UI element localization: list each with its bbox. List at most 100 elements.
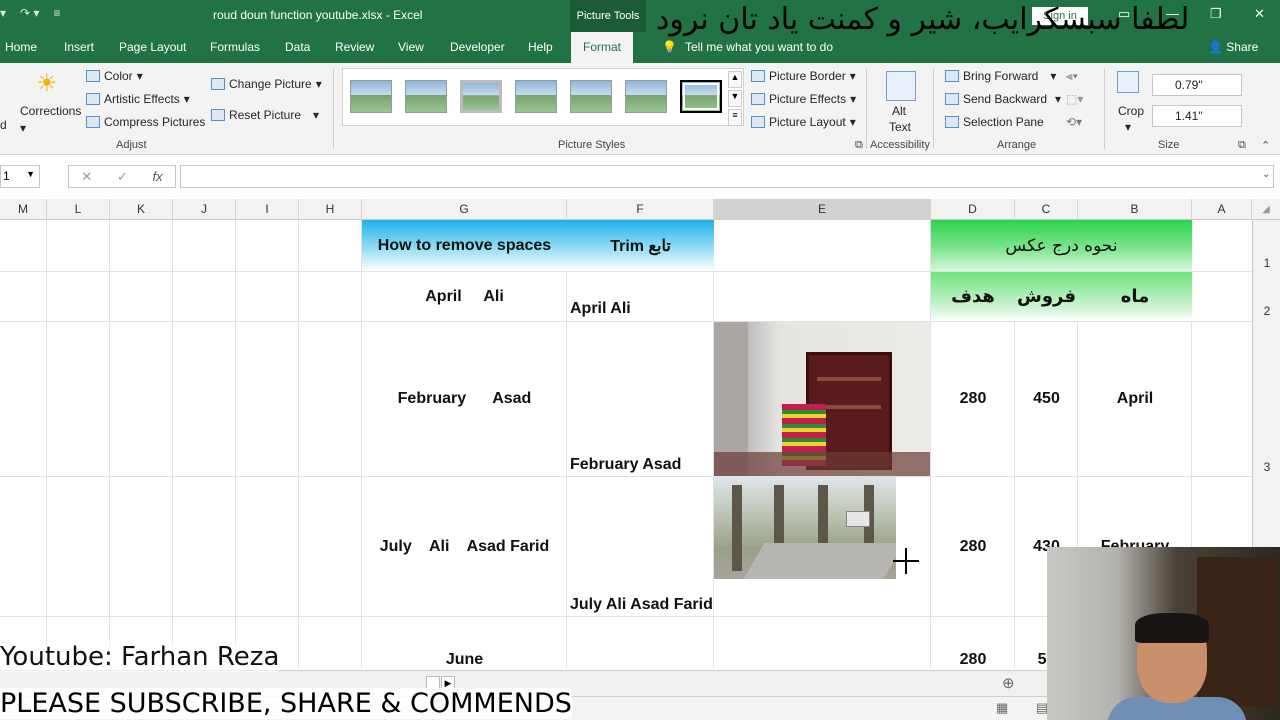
artistic-effects-button[interactable]: Artistic Effects ▾ [86, 92, 190, 106]
align-icon[interactable]: ⫷▾ [1066, 69, 1078, 84]
alt-text-label-2[interactable]: Text [889, 120, 911, 134]
redo-icon[interactable]: ↷ ▾ [20, 6, 39, 20]
cell-g1[interactable]: How to remove spaces [362, 222, 567, 270]
cell-g3[interactable]: February Asad [362, 322, 567, 476]
name-box[interactable]: 1 ▼ [0, 165, 40, 188]
cell-g4[interactable]: July Ali Asad Farid [362, 477, 567, 617]
corrections-dropdown-icon[interactable]: ▾ [20, 121, 26, 135]
share-button[interactable]: 👤 Share [1208, 32, 1258, 63]
cell-d4[interactable]: 280 [931, 477, 1015, 617]
gallery-more-icon[interactable]: ≡ [728, 109, 742, 126]
inserted-picture-park[interactable] [714, 477, 896, 579]
change-picture-button[interactable]: Change Picture ▾ [211, 77, 322, 91]
send-backward-button[interactable]: Send Backward ▾ [945, 92, 1061, 106]
picture-style-thumbnail[interactable] [515, 80, 557, 113]
column-header-f[interactable]: F [567, 199, 714, 220]
close-icon[interactable]: ✕ [1254, 6, 1265, 22]
picture-border-button[interactable]: Picture Border ▾ [751, 69, 856, 83]
picture-effects-button[interactable]: Picture Effects ▾ [751, 92, 856, 106]
corrections-button[interactable]: Corrections [20, 104, 81, 118]
color-button[interactable]: Color ▾ [86, 69, 143, 83]
tab-page-layout[interactable]: Page Layout [119, 32, 186, 63]
corrections-icon[interactable]: ☀ [36, 69, 58, 98]
cell-c2[interactable]: فروش [1015, 272, 1078, 321]
expand-formula-bar-icon[interactable]: ⌄ [1262, 169, 1270, 180]
cell-g2[interactable]: April Ali [362, 272, 567, 321]
normal-view-icon[interactable]: ▦ [996, 700, 1008, 716]
cell-d3[interactable]: 280 [931, 322, 1015, 476]
column-header-l[interactable]: L [47, 199, 110, 220]
tab-help[interactable]: Help [528, 32, 553, 63]
tab-review[interactable]: Review [335, 32, 374, 63]
cell-b3[interactable]: April [1078, 322, 1192, 476]
cell-c3[interactable]: 450 [1015, 322, 1078, 476]
cell-d5[interactable]: 280 [931, 650, 1015, 670]
column-header-d[interactable]: D [931, 199, 1015, 220]
tab-home[interactable]: Home [5, 32, 37, 63]
alt-text-label-1[interactable]: Alt [892, 104, 906, 118]
tab-insert[interactable]: Insert [64, 32, 94, 63]
inserted-picture-room[interactable] [714, 322, 930, 476]
gallery-scroll-up-icon[interactable]: ▲ [728, 71, 742, 88]
shape-width-input[interactable]: 1.41" [1152, 105, 1242, 127]
cell-f4[interactable]: July Ali Asad Farid [570, 596, 713, 614]
column-header-c[interactable]: C [1015, 199, 1078, 220]
picture-layout-button[interactable]: Picture Layout ▾ [751, 115, 856, 129]
rotate-icon[interactable]: ⟲▾ [1066, 115, 1082, 129]
picture-style-thumbnail[interactable] [625, 80, 667, 113]
column-header-g[interactable]: G [362, 199, 567, 220]
alt-text-icon[interactable] [886, 71, 916, 101]
dropdown-icon[interactable]: ▾ [0, 6, 6, 20]
formula-input[interactable] [180, 165, 1274, 188]
reset-picture-button[interactable]: Reset Picture ▾ [211, 108, 319, 122]
new-sheet-icon[interactable]: ⊕ [1002, 674, 1015, 692]
column-header-m[interactable]: M [0, 199, 47, 220]
column-header-a[interactable]: A [1192, 199, 1252, 220]
size-dialog-launcher-icon[interactable]: ⧉ [1238, 139, 1246, 152]
picture-style-thumbnail[interactable] [570, 80, 612, 113]
insert-function-icon[interactable]: fx [153, 169, 163, 184]
dialog-launcher-icon[interactable]: ⧉ [855, 139, 863, 152]
tab-format[interactable]: Format [571, 32, 634, 63]
compress-pictures-button[interactable]: Compress Pictures [86, 115, 205, 129]
tab-formulas[interactable]: Formulas [210, 32, 260, 63]
column-header-k[interactable]: K [110, 199, 173, 220]
tab-view[interactable]: View [398, 32, 424, 63]
customize-qat-icon[interactable]: ≡ [53, 6, 60, 20]
crop-button[interactable]: Crop [1118, 104, 1144, 118]
picture-style-thumbnail-selected[interactable] [680, 80, 722, 113]
cancel-icon[interactable]: ✕ [81, 169, 92, 185]
tab-data[interactable]: Data [285, 32, 310, 63]
enter-icon[interactable]: ✓ [117, 169, 128, 185]
cell-g5[interactable]: June [362, 650, 567, 670]
row-header-1[interactable]: 1 [1254, 256, 1280, 270]
tab-developer[interactable]: Developer [450, 32, 505, 63]
row-header-3[interactable]: 3 [1254, 460, 1280, 474]
cell-f1[interactable]: Trim تابع [567, 222, 714, 270]
group-objects-icon[interactable]: ⬚▾ [1066, 92, 1083, 106]
crop-icon[interactable] [1117, 71, 1139, 93]
bring-forward-button[interactable]: Bring Forward ▾ [945, 69, 1056, 83]
cell-f2[interactable]: April Ali [570, 300, 631, 318]
selection-pane-button[interactable]: Selection Pane [945, 115, 1044, 129]
cell-f3[interactable]: February Asad [570, 456, 681, 474]
shape-height-input[interactable]: 0.79" [1152, 74, 1242, 96]
collapse-ribbon-icon[interactable]: ⌃ [1261, 139, 1270, 152]
column-header-b[interactable]: B [1078, 199, 1192, 220]
cell-b2[interactable]: ماه [1078, 272, 1192, 321]
picture-styles-gallery[interactable]: ▲ ▼ ≡ [342, 68, 744, 126]
picture-style-thumbnail[interactable] [460, 80, 502, 113]
cell-d2[interactable]: هدف [931, 272, 1015, 321]
row-header-2[interactable]: 2 [1254, 304, 1280, 318]
restore-icon[interactable]: ❐ [1210, 6, 1222, 22]
picture-style-thumbnail[interactable] [350, 80, 392, 113]
cell-b1-merged[interactable]: نحوه درج عکس [931, 222, 1192, 270]
select-all-corner-icon[interactable]: ◢ [1252, 199, 1280, 220]
picture-style-thumbnail[interactable] [405, 80, 447, 113]
column-header-h[interactable]: H [299, 199, 362, 220]
gallery-scroll-down-icon[interactable]: ▼ [728, 90, 742, 107]
column-header-i[interactable]: I [236, 199, 299, 220]
crop-dropdown-icon[interactable]: ▾ [1125, 120, 1131, 134]
name-box-dropdown-icon[interactable]: ▼ [26, 169, 35, 179]
column-header-j[interactable]: J [173, 199, 236, 220]
